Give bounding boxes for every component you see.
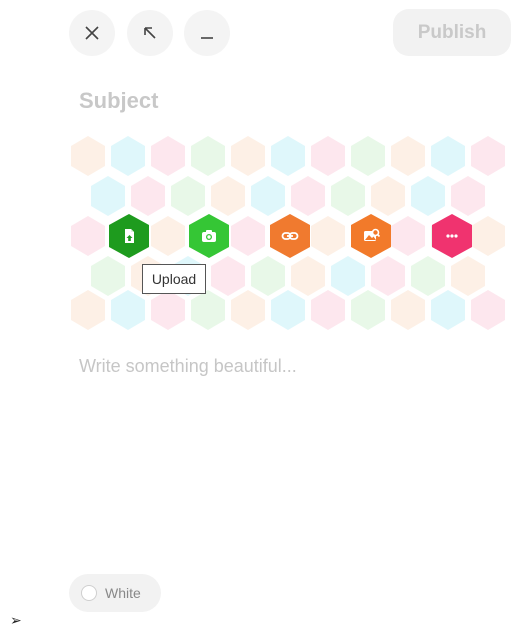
upload-button[interactable]	[109, 214, 149, 258]
background-hex	[71, 290, 105, 330]
background-hex	[311, 290, 345, 330]
minimize-button[interactable]	[184, 10, 230, 56]
close-icon	[85, 26, 99, 40]
background-hex	[431, 290, 465, 330]
background-hex	[291, 256, 325, 296]
background-hex	[91, 176, 125, 216]
minimize-icon	[201, 37, 213, 39]
bullet-marker: ➢	[10, 612, 22, 628]
background-hex	[231, 290, 265, 330]
background-hex	[71, 136, 105, 176]
background-hex	[231, 216, 265, 256]
camera-button[interactable]	[189, 214, 229, 258]
background-hex	[111, 136, 145, 176]
background-hex	[211, 256, 245, 296]
background-hex	[271, 136, 305, 176]
link-icon	[281, 232, 299, 240]
subject-input[interactable]: Subject	[79, 88, 158, 114]
background-hex	[411, 256, 445, 296]
expand-arrow-icon	[144, 27, 156, 39]
background-hex	[171, 176, 205, 216]
background-hex	[191, 136, 225, 176]
background-hex	[351, 290, 385, 330]
expand-button[interactable]	[127, 10, 173, 56]
publish-button[interactable]: Publish	[393, 9, 511, 56]
background-hex	[91, 256, 125, 296]
background-hex	[291, 176, 325, 216]
background-hex	[271, 290, 305, 330]
background-hex	[191, 290, 225, 330]
background-hex	[251, 256, 285, 296]
white-toggle[interactable]: White	[69, 574, 161, 612]
more-button[interactable]	[432, 214, 472, 258]
file-upload-icon	[125, 229, 134, 243]
background-hex	[151, 136, 185, 176]
background-hex	[351, 136, 385, 176]
background-hex	[391, 290, 425, 330]
background-hex	[71, 216, 105, 256]
background-hex	[131, 176, 165, 216]
background-hex	[311, 216, 345, 256]
background-hex	[471, 136, 505, 176]
background-hex	[211, 176, 245, 216]
more-icon	[446, 234, 458, 238]
image-search-icon	[364, 228, 381, 241]
background-hex	[411, 176, 445, 216]
body-input[interactable]: Write something beautiful...	[79, 356, 297, 377]
radio-icon	[81, 585, 97, 601]
background-hex	[331, 176, 365, 216]
background-hex	[471, 216, 505, 256]
image-search-button[interactable]	[351, 214, 391, 258]
background-hex	[371, 256, 405, 296]
white-label: White	[105, 585, 141, 601]
background-hex	[231, 136, 265, 176]
background-hex	[391, 136, 425, 176]
close-button[interactable]	[69, 10, 115, 56]
camera-icon	[202, 230, 216, 242]
background-hex	[451, 256, 485, 296]
background-hex	[431, 136, 465, 176]
background-hex	[451, 176, 485, 216]
background-hex	[251, 176, 285, 216]
background-hex	[151, 290, 185, 330]
background-hex	[151, 216, 185, 256]
link-button[interactable]	[270, 214, 310, 258]
background-hex	[471, 290, 505, 330]
background-hex	[111, 290, 145, 330]
background-hex	[371, 176, 405, 216]
tooltip: Upload	[142, 264, 206, 294]
background-hex	[331, 256, 365, 296]
background-hex	[311, 136, 345, 176]
background-hex	[391, 216, 425, 256]
